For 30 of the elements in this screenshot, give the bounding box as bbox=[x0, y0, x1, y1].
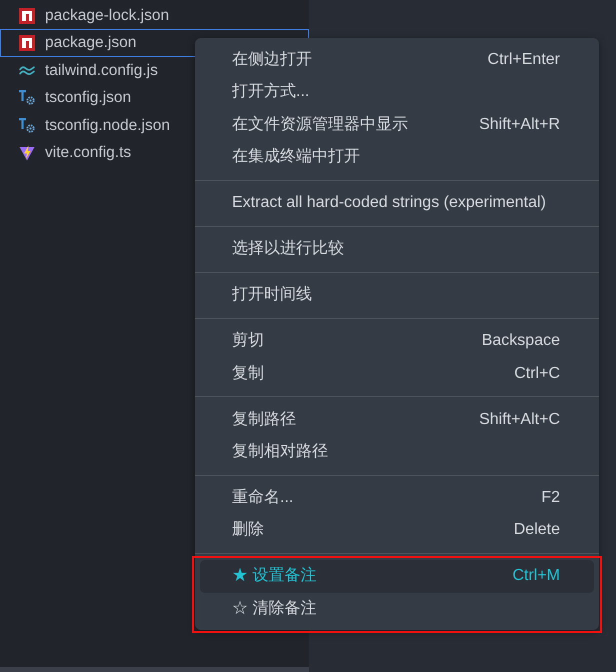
package-file-icon bbox=[19, 8, 35, 24]
scrollbar-thumb[interactable] bbox=[0, 667, 309, 672]
keyboard-shortcut: Backspace bbox=[482, 331, 560, 352]
package-file-icon bbox=[19, 35, 35, 52]
menu-item[interactable]: 打开时间线 bbox=[200, 279, 594, 312]
letter-gear-icon bbox=[19, 118, 35, 133]
keyboard-shortcut: Shift+Alt+R bbox=[479, 114, 560, 135]
keyboard-shortcut: Delete bbox=[514, 520, 560, 540]
letter-gear-icon bbox=[19, 90, 35, 106]
keyboard-shortcut: F2 bbox=[541, 488, 560, 508]
menu-item[interactable]: 复制路径 Shift+Alt+C bbox=[200, 404, 594, 436]
menu-item[interactable]: 打开方式... bbox=[200, 76, 594, 109]
menu-item[interactable]: 复制 Ctrl+C bbox=[200, 358, 594, 390]
menu-item[interactable]: ★ 设置备注 Ctrl+M bbox=[200, 560, 594, 593]
menu-item[interactable]: 重命名... F2 bbox=[200, 482, 594, 514]
menu-item[interactable]: Extract all hard-coded strings (experimental) bbox=[200, 186, 594, 220]
keyboard-shortcut: Ctrl+Enter bbox=[488, 50, 560, 70]
menu-item[interactable]: 删除 Delete bbox=[200, 514, 594, 547]
keyboard-shortcut: Shift+Alt+C bbox=[479, 410, 560, 430]
menu-item[interactable]: 剪切 Backspace bbox=[200, 325, 594, 358]
wave-icon bbox=[19, 66, 35, 75]
menu-item[interactable]: 选择以进行比较 bbox=[200, 233, 594, 266]
keyboard-shortcut: Ctrl+M bbox=[512, 566, 560, 586]
file-item[interactable]: package-lock.json bbox=[0, 2, 309, 30]
menu-item[interactable]: ☆ 清除备注 bbox=[200, 592, 594, 625]
menu-item[interactable]: 复制相对路径 bbox=[200, 436, 594, 468]
menu-item[interactable]: 在集成终端中打开 bbox=[200, 140, 594, 174]
lightning-triangle-icon bbox=[19, 144, 35, 161]
keyboard-shortcut: Ctrl+C bbox=[514, 364, 560, 384]
menu-item[interactable]: 在文件资源管理器中显示 Shift+Alt+R bbox=[200, 108, 594, 141]
